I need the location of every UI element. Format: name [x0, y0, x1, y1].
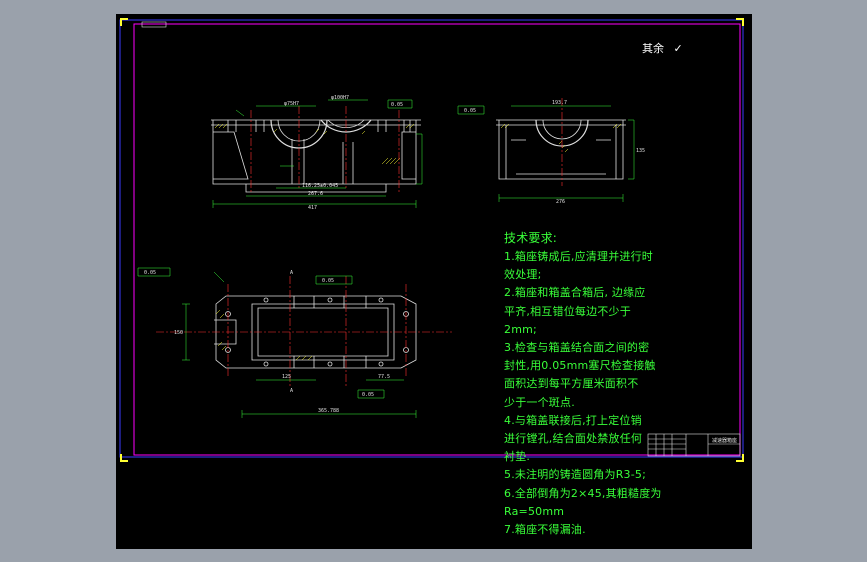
top-view-hatch [215, 309, 313, 361]
tech-requirement-line: 效处理; [504, 268, 542, 282]
dim-front-overall-length: 417 [308, 205, 317, 211]
top-view-centerlines [156, 276, 452, 386]
drawing-sheet: 417 267.6 116.25±0.045 φ100H7 φ75H7 0.05 [119, 18, 744, 462]
dim-top-width: 150 [174, 330, 183, 336]
sheet-border-outer [119, 19, 744, 458]
tech-requirement-line: 4.与箱盖联接后,打上定位销 [504, 413, 642, 427]
dim-top-tolerance-2: 0.05 [362, 392, 374, 398]
side-view-hatch [500, 123, 622, 153]
dim-side-tolerance: 0.05 [464, 108, 476, 114]
dim-front-bore: φ100H7 [331, 95, 349, 101]
tech-requirement-line: 面积达到每平方厘米面积不 [504, 377, 639, 391]
dim-top-right: 77.5 [378, 374, 390, 380]
dim-top-overall-length: 365.788 [318, 408, 339, 414]
front-view [211, 119, 421, 193]
tech-requirement-line: 2mm; [504, 322, 537, 336]
tech-requirement-line: 7.箱座不得漏油. [504, 523, 586, 536]
tech-requirement-line: 5.未注明的铸造圆角为R3-5; [504, 468, 647, 482]
dim-top-tolerance-3: 0.05 [144, 270, 156, 276]
tech-requirement-line: 2.箱座和箱盖合箱后, 边缘应 [504, 286, 646, 300]
roughness-symbol-icon: ✓ [673, 42, 683, 55]
sheet-border-inner [133, 23, 741, 456]
tech-requirement-line: 6.全部倒角为2×45,其粗糙度为 [504, 486, 662, 500]
section-mark-top: A [290, 270, 293, 276]
dim-front-center-distance: 116.25±0.045 [302, 183, 338, 189]
roughness-label: 其余 [642, 42, 664, 55]
dim-front-small-bore: φ75H7 [284, 101, 299, 107]
tech-requirements-title: 技术要求: [504, 231, 558, 245]
side-view [496, 119, 626, 180]
dim-side-height: 135 [636, 148, 645, 154]
dim-front-inner-length: 267.6 [308, 191, 323, 197]
tech-requirement-line: 进行镗孔,结合面处禁放任何 [504, 432, 643, 445]
tech-requirement-line: Ra=50mm [504, 504, 565, 518]
tech-requirement-line: 衬垫. [504, 450, 531, 464]
roughness-note: 其余 ✓ [642, 40, 683, 56]
tech-requirement-line: 少于一个斑点. [504, 395, 575, 409]
tech-requirement-line: 3.检查与箱盖结合面之间的密 [504, 341, 650, 354]
top-view-dimensions [137, 267, 417, 418]
front-view-centerlines [250, 106, 400, 192]
dim-side-width: 276 [556, 199, 565, 205]
dim-side-top-width: 193.7 [552, 100, 567, 106]
dim-front-tolerance: 0.05 [391, 102, 403, 108]
dim-top-tolerance-1: 0.05 [322, 278, 334, 284]
section-mark-bottom: A [290, 388, 293, 394]
tech-requirement-line: 封性,用0.05mm塞尺检查接触 [504, 359, 656, 373]
cad-viewport[interactable]: 417 267.6 116.25±0.045 φ100H7 φ75H7 0.05 [116, 14, 752, 549]
title-block-name: 减速器箱座 [712, 437, 737, 444]
tech-requirement-line: 平齐,相互错位每边不少于 [504, 304, 631, 318]
dim-top-left: 125 [282, 374, 291, 380]
tech-requirement-line: 1.箱座铸成后,应清理并进行时 [504, 250, 653, 263]
